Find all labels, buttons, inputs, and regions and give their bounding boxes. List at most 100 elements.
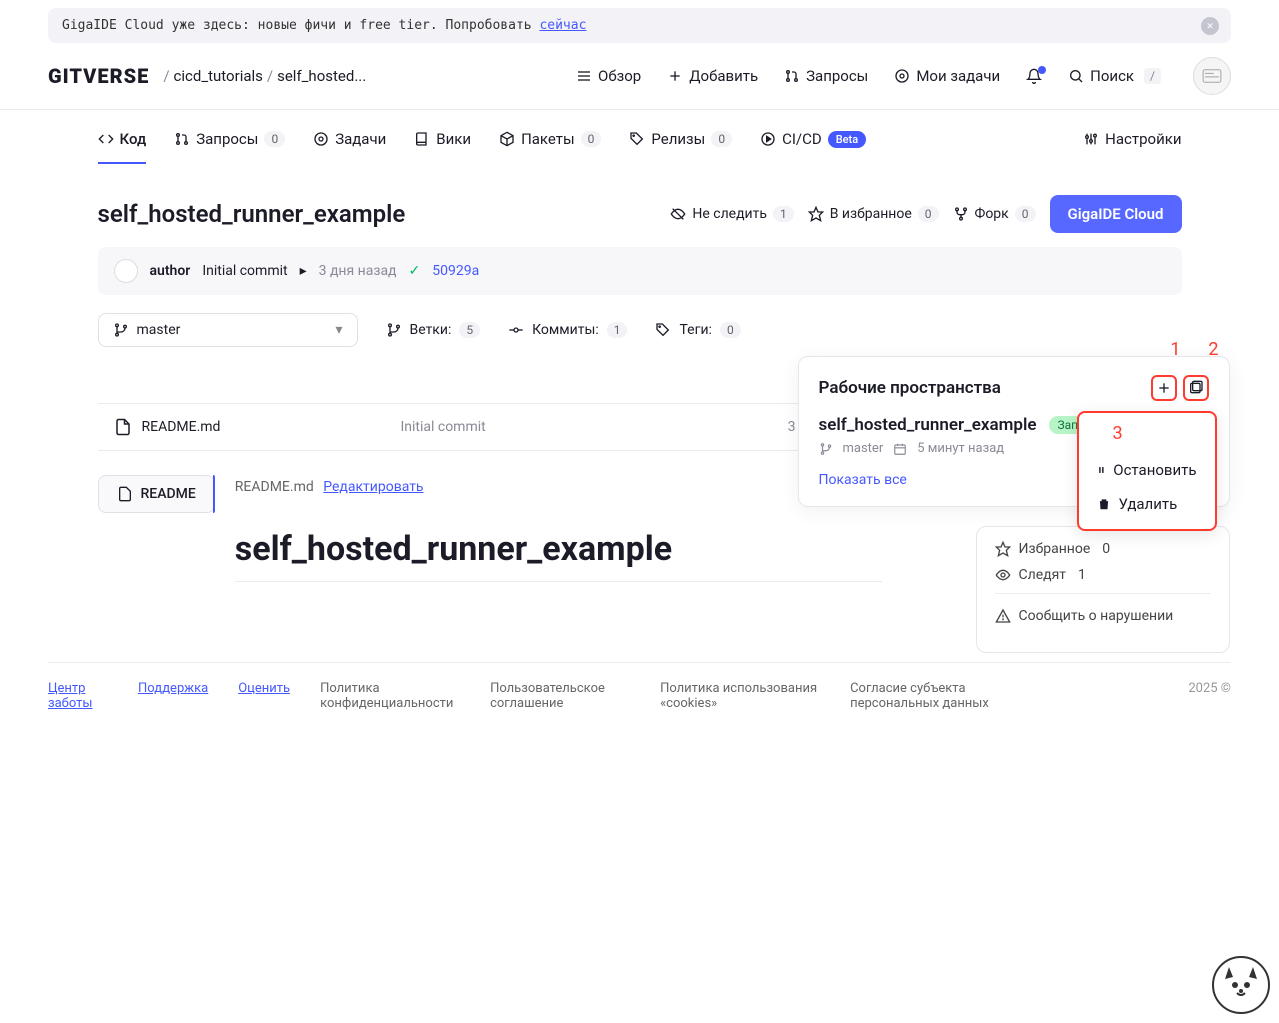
nav-requests[interactable]: Запросы [784,67,868,85]
list-icon [576,68,592,84]
show-all-link[interactable]: Показать все [819,472,907,488]
file-name[interactable]: README.md [142,419,221,435]
branches-link[interactable]: Ветки:5 [386,322,481,338]
file-row[interactable]: README.md Initial commit 3 дня назад [98,403,882,451]
nav-search[interactable]: Поиск/ [1068,67,1161,85]
trash-icon [1097,497,1111,511]
topbar: GITVERSE / cicd_tutorials / self_hosted.… [0,43,1279,110]
calendar-icon [893,442,907,456]
star-button[interactable]: В избранное0 [808,206,939,222]
branch-selector[interactable]: master ▾ [98,313,358,347]
banner-close-button[interactable]: ✕ [1201,17,1219,35]
crumb-org[interactable]: cicd_tutorials [174,67,263,85]
requests-count: 0 [264,131,285,147]
notification-dot [1038,66,1046,74]
nav-overview[interactable]: Обзор [576,67,641,85]
tab-packages[interactable]: Пакеты0 [499,130,601,164]
branch-current: master [137,322,181,338]
commit-message[interactable]: Initial commit [202,263,287,279]
footer-care[interactable]: Центр заботы [48,681,108,711]
nav-add[interactable]: Добавить [667,67,758,85]
tab-requests[interactable]: Запросы0 [174,130,285,164]
target-icon [894,68,910,84]
git-pull-request-icon [174,131,190,147]
footer-support[interactable]: Поддержка [138,681,208,696]
workspace-context-menu: 3 Остановить Удалить [1077,411,1217,531]
workspace-name[interactable]: self_hosted_runner_example [819,415,1037,435]
annotation-1: 1 [1170,339,1180,360]
file-icon [117,486,133,502]
footer-personal[interactable]: Согласие субъекта персональных данных [850,681,1040,711]
commits-link[interactable]: Коммиты:1 [508,322,627,338]
side-watchers[interactable]: Следят1 [995,567,1211,583]
menu-stop[interactable]: Остановить [1087,453,1207,487]
play-circle-icon [760,131,776,147]
fork-icon [953,206,969,222]
tab-settings[interactable]: Настройки [1083,130,1181,164]
star-icon [808,206,824,222]
nav-notifications[interactable] [1026,68,1042,84]
repo-title: self_hosted_runner_example [98,200,657,228]
divider [995,593,1211,594]
watch-button[interactable]: Не следить1 [670,206,793,222]
commit-hash[interactable]: 50929a [432,263,479,279]
tags-link[interactable]: Теги:0 [655,322,740,338]
search-hotkey: / [1144,68,1161,84]
chevron-down-icon: ▾ [335,322,342,338]
tab-code[interactable]: Код [98,130,147,164]
workspace-add-button[interactable] [1151,375,1177,401]
tag-icon [629,131,645,147]
chevron-right-icon[interactable]: ▸ [300,263,307,279]
readme-heading: self_hosted_runner_example [235,529,882,582]
side-report[interactable]: Сообщить о нарушении [995,608,1211,624]
footer-cookies[interactable]: Политика использования «cookies» [660,681,820,711]
avatar-placeholder-icon [1201,68,1223,84]
window-icon [1188,380,1204,396]
tab-tasks[interactable]: Задачи [313,130,386,164]
side-favorite[interactable]: Избранное0 [995,541,1211,557]
workspaces-popup: 1 2 Рабочие пространства self_hosted_run… [798,356,1230,507]
eye-icon [995,567,1011,583]
logo[interactable]: GITVERSE [48,64,149,88]
gigaide-cloud-button[interactable]: GigaIDE Cloud [1050,195,1182,233]
nav-my-tasks[interactable]: Мои задачи [894,67,1000,85]
git-branch-icon [819,442,833,456]
readme-tab[interactable]: README [98,475,215,513]
releases-count: 0 [711,131,732,147]
footer-priv[interactable]: Политика конфиденциальности [320,681,460,711]
footer-user-agreement[interactable]: Пользовательское соглашение [490,681,630,711]
crumb-repo[interactable]: self_hosted... [277,67,366,85]
packages-count: 0 [581,131,602,147]
user-avatar[interactable] [1193,57,1231,95]
tab-wiki[interactable]: Вики [414,130,471,164]
git-commit-icon [508,322,524,338]
popup-title: Рабочие пространства [819,378,1151,398]
commit-author[interactable]: author [150,263,191,279]
search-icon [1068,68,1084,84]
footer-rate[interactable]: Оценить [238,681,290,696]
fork-button[interactable]: Форк0 [953,206,1036,222]
annotation-2: 2 [1208,339,1218,360]
beta-badge: Beta [828,131,866,148]
workspace-branch: master [843,441,884,456]
workspace-open-button[interactable] [1183,375,1209,401]
menu-delete[interactable]: Удалить [1087,487,1207,521]
sliders-icon [1083,131,1099,147]
footer-copyright: 2025 © [1188,681,1231,696]
workspace-time: 5 минут назад [917,441,1004,456]
book-icon [414,131,430,147]
git-branch-icon [113,322,129,338]
tab-releases[interactable]: Релизы0 [629,130,732,164]
readme-edit-link[interactable]: Редактировать [323,479,423,495]
commit-author-avatar[interactable] [114,259,138,283]
mascot-icon[interactable] [1211,955,1271,1015]
readme-path[interactable]: README.md [235,479,314,495]
annotation-3: 3 [1113,423,1123,444]
promo-banner: GigaIDE Cloud уже здесь: новые фичи и fr… [48,8,1231,43]
target-icon [313,131,329,147]
side-info-panel: Избранное0 Следят1 Сообщить о нарушении [976,526,1230,653]
tab-cicd[interactable]: CI/CDBeta [760,130,866,164]
banner-link[interactable]: сейчас [539,18,586,33]
plus-icon [1156,380,1172,396]
file-commit-msg: Initial commit [400,419,485,435]
